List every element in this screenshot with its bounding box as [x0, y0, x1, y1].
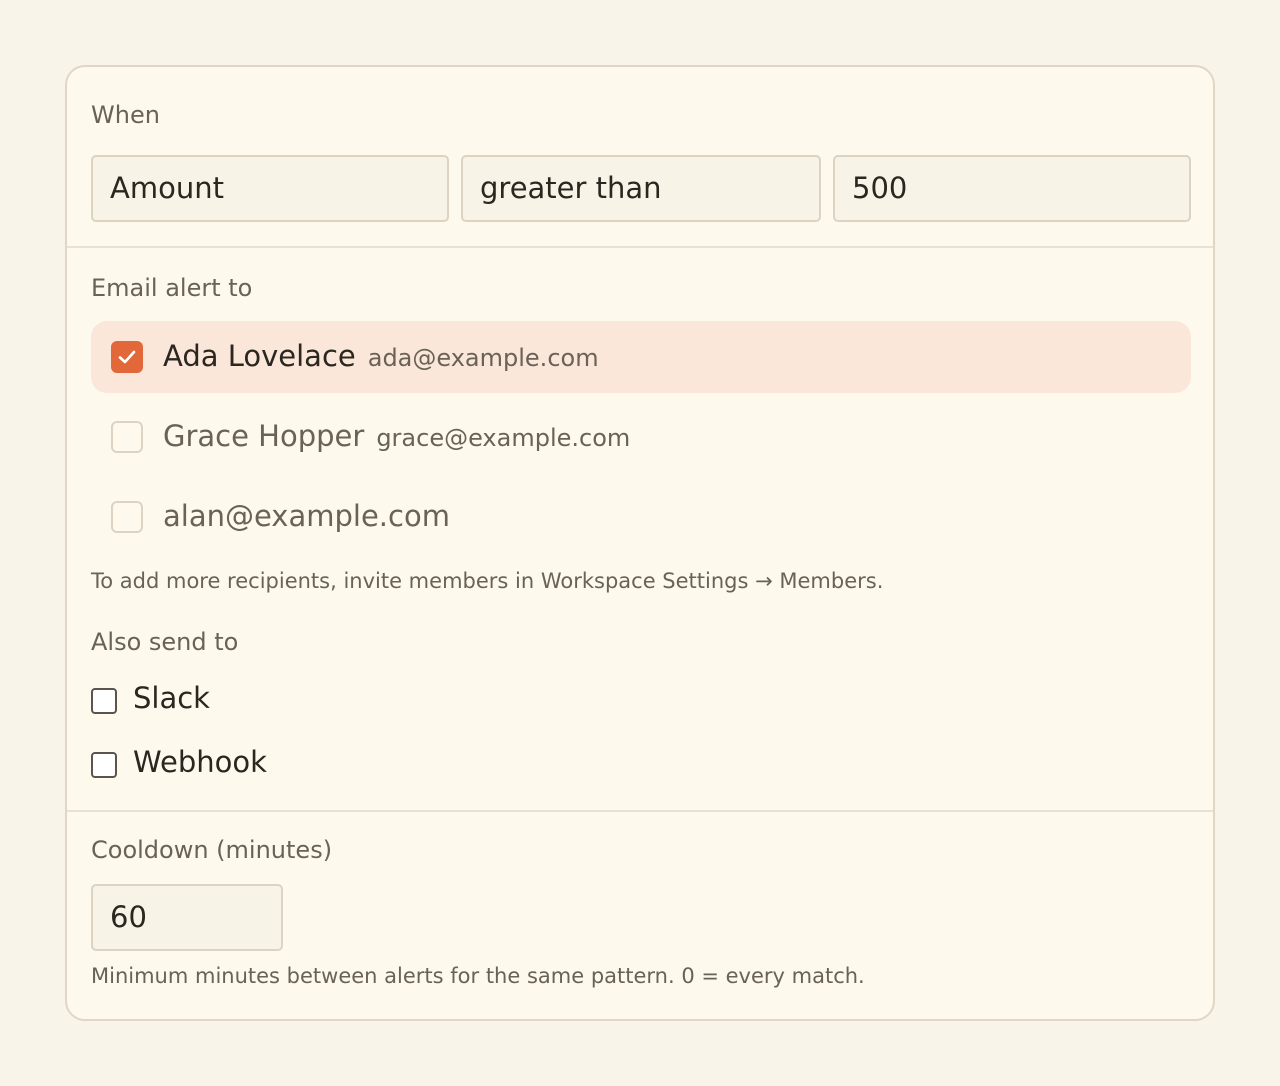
threshold-input[interactable]: 500 — [833, 155, 1191, 222]
recipient-name: Grace Hopper — [163, 419, 365, 453]
when-label: When — [91, 101, 160, 129]
recipient-row-alan[interactable]: alan@example.com — [91, 481, 1191, 553]
recipient-email: grace@example.com — [376, 424, 631, 452]
webhook-checkbox[interactable] — [91, 752, 117, 778]
when-section: When Amount greater than 500 — [67, 67, 1213, 248]
cooldown-input[interactable]: 60 — [91, 884, 283, 951]
cooldown-section: Cooldown (minutes) 60 Minimum minutes be… — [67, 812, 1213, 1019]
recipient-label: Grace Hopper grace@example.com — [163, 401, 630, 473]
cooldown-help-text: Minimum minutes between alerts for the s… — [91, 964, 865, 988]
recipient-email: alan@example.com — [163, 499, 450, 533]
cooldown-label: Cooldown (minutes) — [91, 836, 333, 864]
recipient-checkbox[interactable] — [111, 341, 143, 373]
slack-checkbox[interactable] — [91, 688, 117, 714]
recipient-row-grace[interactable]: Grace Hopper grace@example.com — [91, 401, 1191, 473]
recipient-label: alan@example.com — [163, 481, 450, 551]
recipient-email: ada@example.com — [367, 344, 599, 372]
email-alert-label: Email alert to — [91, 274, 253, 302]
channel-label: Webhook — [133, 745, 267, 779]
recipient-checkbox[interactable] — [111, 501, 143, 533]
also-send-label: Also send to — [91, 628, 239, 656]
recipient-checkbox[interactable] — [111, 421, 143, 453]
recipient-row-ada[interactable]: Ada Lovelace ada@example.com — [91, 321, 1191, 393]
recipient-label: Ada Lovelace ada@example.com — [163, 321, 599, 393]
checkmark-icon — [118, 350, 136, 364]
channel-label: Slack — [133, 681, 210, 715]
alert-rule-card: When Amount greater than 500 Email alert… — [65, 65, 1215, 1021]
recipient-name: Ada Lovelace — [163, 339, 356, 373]
recipients-help-text: To add more recipients, invite members i… — [91, 569, 884, 593]
operator-select[interactable]: greater than — [461, 155, 821, 222]
field-select[interactable]: Amount — [91, 155, 449, 222]
email-section: Email alert to Ada Lovelace ada@example.c… — [67, 248, 1213, 812]
